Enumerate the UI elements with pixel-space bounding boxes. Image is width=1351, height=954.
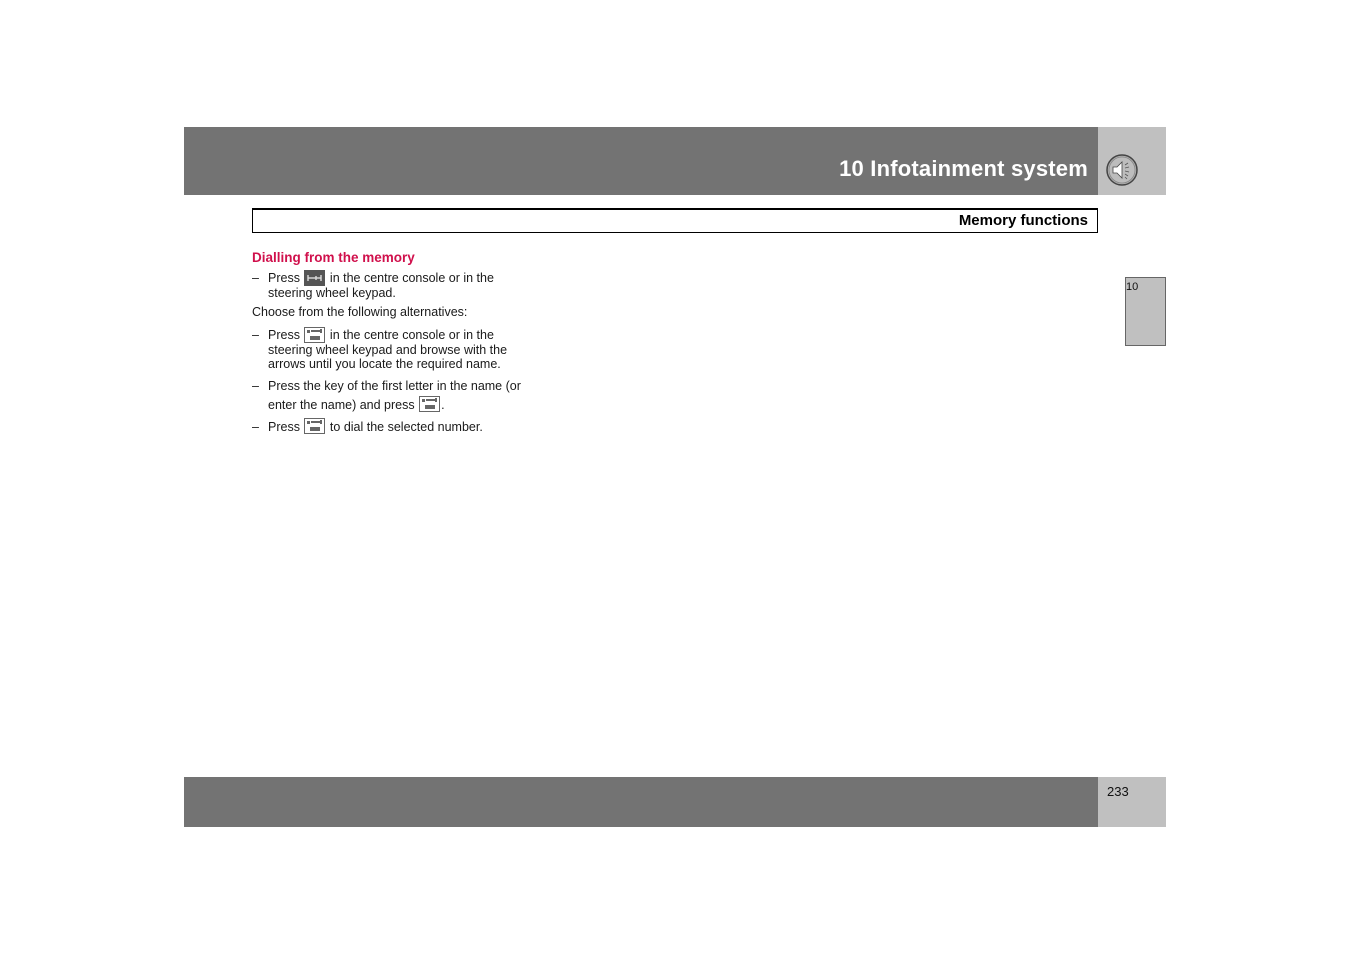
list-dash: – [252,271,259,285]
list-item: – Press in the centre console or in the … [252,326,522,372]
section-header: Memory functions [252,208,1098,233]
yes-button-icon [304,326,326,343]
chapter-tab-label: 10 [1126,281,1139,293]
list-item: – Press the key of the first letter in t… [252,377,522,415]
step-text: Press [268,271,300,285]
chapter-header: 10 Infotainment system [184,127,1098,195]
speaker-icon [1106,154,1138,186]
page-number: 233 [1107,784,1129,799]
yes-button-icon [304,418,326,435]
step-text: Press the key of the first letter in the… [268,378,521,412]
chapter-title: 10 Infotainment system [839,156,1088,181]
section-title: Memory functions [958,212,1088,229]
chapter-tab-marker: 10 [1125,277,1166,346]
list-item: – Press in the centre console or in the … [252,269,522,300]
page-number-panel: 233 [1098,777,1166,827]
step-text: . [441,397,445,412]
list-item: – Press to dial the selected number. [252,418,522,435]
step-text: Press [268,327,300,342]
list-dash: – [252,327,259,342]
list-dash: – [252,378,259,393]
list-dash: – [252,419,259,434]
content-heading: Dialling from the memory [252,250,415,265]
step-text: in the centre console or in the steering… [268,271,494,300]
page-footer [184,777,1098,827]
phone-memory-button-icon [304,269,326,286]
intro-text: Choose from the following alternatives: [252,305,468,320]
yes-button-icon [419,396,441,413]
chapter-icon-panel [1098,127,1166,195]
step-text: to dial the selected number. [329,419,483,434]
step-text: Press [268,419,300,434]
content-body: – Press in the centre console or in the … [252,269,522,439]
